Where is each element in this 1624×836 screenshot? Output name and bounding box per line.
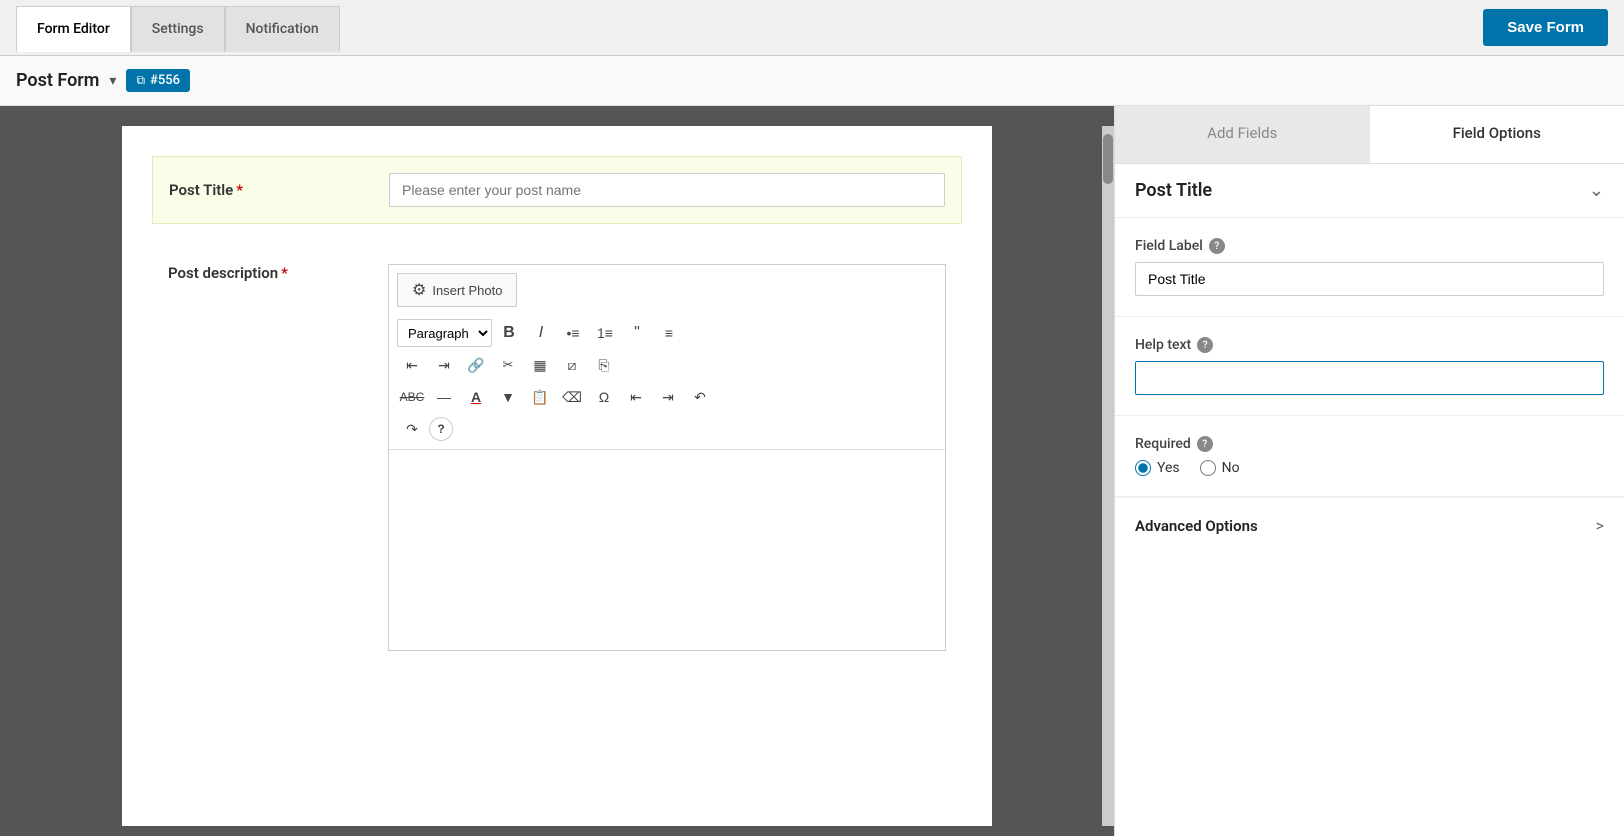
insert-photo-wrapper: ⚙ Insert Photo <box>389 265 945 307</box>
unlink-button[interactable]: ✂ <box>493 351 523 379</box>
required-yes-label: Yes <box>1157 460 1180 476</box>
scroll-thumb <box>1103 134 1113 184</box>
save-form-button[interactable]: Save Form <box>1483 9 1608 46</box>
redo-button[interactable]: ↷ <box>397 415 427 443</box>
section-collapse-icon: ⌄ <box>1589 180 1604 201</box>
field-section-title: Post Title <box>1135 180 1212 201</box>
tab-settings[interactable]: Settings <box>131 6 225 52</box>
form-editor-area: Post Title* Post description* ⚙ <box>0 106 1114 836</box>
form-canvas: Post Title* Post description* ⚙ <box>122 126 992 826</box>
post-title-input[interactable] <box>389 173 945 207</box>
required-no-option[interactable]: No <box>1200 460 1240 476</box>
advanced-options-row[interactable]: Advanced Options > <box>1115 497 1624 553</box>
italic-button[interactable]: I <box>526 319 556 347</box>
unordered-list-button[interactable]: •≡ <box>558 319 588 347</box>
table-button[interactable]: ▦ <box>525 351 555 379</box>
copy-icon: ⧉ <box>136 73 145 88</box>
required-yes-option[interactable]: Yes <box>1135 460 1180 476</box>
paragraph-select[interactable]: Paragraph Heading 1 Heading 2 Heading 3 <box>397 319 492 347</box>
bold-button[interactable]: B <box>494 319 524 347</box>
form-title: Post Form <box>16 70 99 91</box>
toolbar-row-2: ⇤ ⇥ 🔗 ✂ ▦ ⧄ ⎘ <box>397 351 937 379</box>
outdent-button[interactable]: ⇤ <box>621 383 651 411</box>
fullscreen-button[interactable]: ⧄ <box>557 351 587 379</box>
help-text-group: Help text ? <box>1115 317 1624 416</box>
required-label-text: Required <box>1135 436 1191 452</box>
field-label-heading: Field Label ? <box>1135 238 1604 254</box>
form-id-text: #556 <box>150 73 180 88</box>
required-radio-group: Yes No <box>1135 460 1604 476</box>
help-toolbar-button[interactable]: ? <box>429 417 453 441</box>
help-text-heading: Help text ? <box>1135 337 1604 353</box>
advanced-options-label: Advanced Options <box>1135 517 1258 535</box>
required-group: Required ? Yes No <box>1115 416 1624 497</box>
required-help-icon[interactable]: ? <box>1197 436 1213 452</box>
horizontal-rule-button[interactable]: — <box>429 383 459 411</box>
strikethrough-button[interactable]: ABC <box>397 383 427 411</box>
tab-add-fields[interactable]: Add Fields <box>1115 106 1370 163</box>
form-id-badge[interactable]: ⧉ #556 <box>126 69 190 92</box>
editor-container: ⚙ Insert Photo Paragraph Heading 1 Headi… <box>388 264 946 651</box>
right-panel: Add Fields Field Options Post Title ⌄ Fi… <box>1114 106 1624 836</box>
toolbar-row-1: Paragraph Heading 1 Heading 2 Heading 3 … <box>397 319 937 347</box>
tab-notification[interactable]: Notification <box>225 6 340 52</box>
eraser-button[interactable]: ⌫ <box>557 383 587 411</box>
required-yes-radio[interactable] <box>1135 460 1151 476</box>
field-section-header[interactable]: Post Title ⌄ <box>1115 164 1624 218</box>
desc-required-asterisk: * <box>281 264 288 282</box>
advanced-options-chevron-icon: > <box>1596 516 1604 535</box>
special-char-button[interactable]: Ω <box>589 383 619 411</box>
toolbar-row-3: ABC — A ▼ 📋 ⌫ Ω ⇤ ⇥ ↶ <box>397 383 937 411</box>
main-layout: Post Title* Post description* ⚙ <box>0 106 1624 836</box>
indent-button[interactable]: ⇥ <box>653 383 683 411</box>
undo-button[interactable]: ↶ <box>685 383 715 411</box>
required-asterisk: * <box>236 181 243 199</box>
editor-content[interactable] <box>389 450 945 650</box>
field-label-help-icon[interactable]: ? <box>1209 238 1225 254</box>
required-heading: Required ? <box>1135 436 1604 452</box>
align-left-button[interactable]: ⇤ <box>397 351 427 379</box>
field-label-input[interactable] <box>1135 262 1604 296</box>
font-color-arrow[interactable]: ▼ <box>493 383 523 411</box>
help-text-help-icon[interactable]: ? <box>1197 337 1213 353</box>
post-title-label: Post Title* <box>169 173 389 199</box>
insert-photo-button[interactable]: ⚙ Insert Photo <box>397 273 517 307</box>
insert-photo-icon: ⚙ <box>412 280 426 300</box>
ordered-list-button[interactable]: 1≡ <box>590 319 620 347</box>
field-label-text: Field Label <box>1135 238 1203 254</box>
source-button[interactable]: ⎘ <box>589 351 619 379</box>
post-title-field-row[interactable]: Post Title* <box>152 156 962 224</box>
required-no-radio[interactable] <box>1200 460 1216 476</box>
post-description-field-row: Post description* ⚙ Insert Photo <box>152 248 962 651</box>
scrollbar[interactable] <box>1102 126 1114 826</box>
help-text-input[interactable] <box>1135 361 1604 395</box>
paste-button[interactable]: 📋 <box>525 383 555 411</box>
insert-photo-label: Insert Photo <box>432 283 502 298</box>
editor-toolbar: Paragraph Heading 1 Heading 2 Heading 3 … <box>389 313 945 450</box>
form-title-chevron-icon[interactable]: ▾ <box>109 73 116 89</box>
font-color-button[interactable]: A <box>461 383 491 411</box>
panel-tabs: Add Fields Field Options <box>1115 106 1624 164</box>
sub-header: Post Form ▾ ⧉ #556 <box>0 56 1624 106</box>
align-button[interactable]: ≡ <box>654 319 684 347</box>
required-no-label: No <box>1222 460 1240 476</box>
link-button[interactable]: 🔗 <box>461 351 491 379</box>
tab-field-options[interactable]: Field Options <box>1370 106 1624 163</box>
help-text-label: Help text <box>1135 337 1191 353</box>
align-center-button[interactable]: ⇥ <box>429 351 459 379</box>
blockquote-button[interactable]: " <box>622 319 652 347</box>
toolbar-row-4: ↷ ? <box>397 415 937 443</box>
tab-form-editor[interactable]: Form Editor <box>16 6 131 52</box>
main-tabs: Form Editor Settings Notification <box>16 5 340 51</box>
field-label-group: Field Label ? <box>1115 218 1624 317</box>
top-bar: Form Editor Settings Notification Save F… <box>0 0 1624 56</box>
post-description-label: Post description* <box>168 264 388 282</box>
